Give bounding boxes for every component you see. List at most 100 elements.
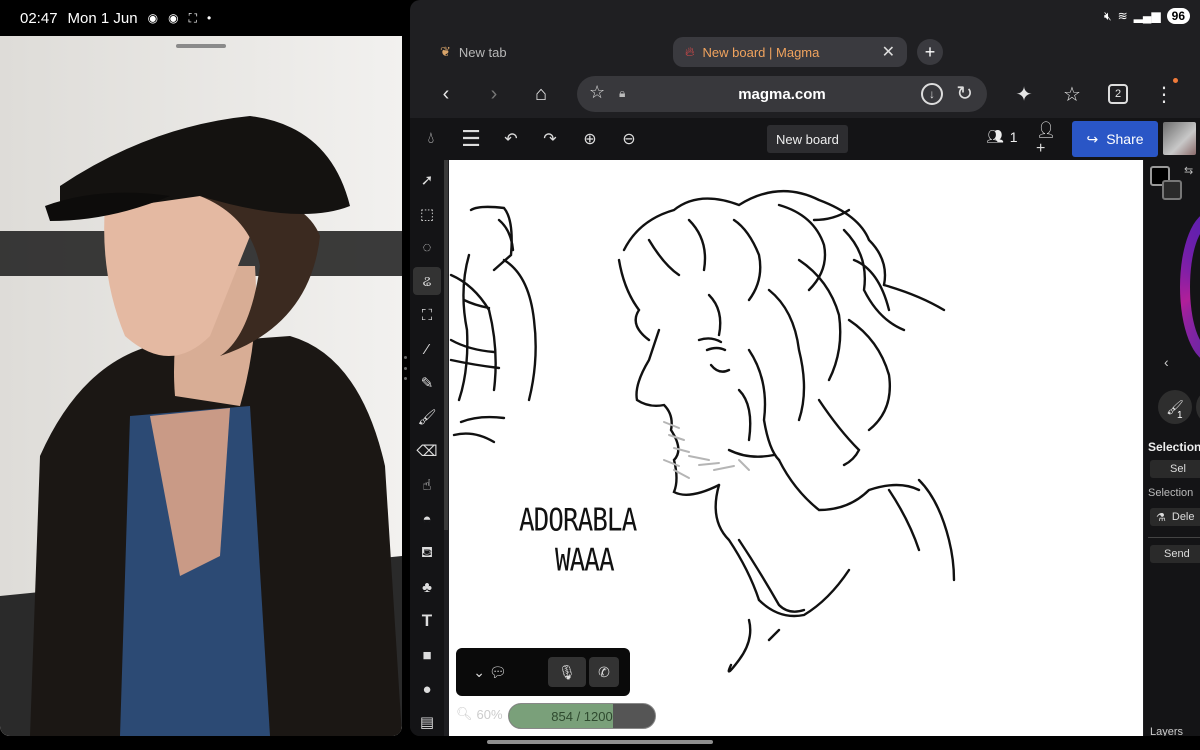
trash-icon: ⚗︎: [1156, 511, 1166, 524]
tab-strip: ❦ New tab 🔥︎ New board | Magma ✕ +: [410, 36, 1200, 68]
magnifier-icon: 🔍︎: [456, 706, 473, 721]
tool-palette-scrollbar[interactable]: [444, 160, 448, 530]
selection-subheading: Selection: [1148, 487, 1194, 499]
browser-pane: 🔇︎ ≋ ▂▄▆ 96 ❦ New tab 🔥︎ New board | Mag…: [410, 0, 1200, 736]
avatar[interactable]: [1163, 122, 1196, 155]
chat-toggle-button[interactable]: ⌄ 💬︎: [470, 657, 510, 687]
address-bar[interactable]: ☆ 🔒︎ magma.com ↓ ↻: [577, 76, 987, 112]
text-tool-icon[interactable]: T: [413, 607, 441, 635]
frames-tool-icon[interactable]: ▤: [413, 708, 441, 736]
new-tab-button[interactable]: +: [917, 39, 943, 65]
redo-icon[interactable]: ↷: [537, 126, 563, 152]
smudge-tool-icon[interactable]: ☝︎: [413, 471, 441, 499]
send-button[interactable]: Send: [1150, 545, 1200, 563]
tab-label: New tab: [458, 44, 507, 60]
clock-time: 02:47: [20, 9, 58, 27]
canvas-text-line-2[interactable]: WAAA: [555, 543, 615, 579]
tool-palette: ➚ ⬚ ◌ ଌ ⛶ ⁄ ✎ 🖌︎ ⌫ ☝︎ ◓ ⛾ ♣︎ T ■ ● ▤: [410, 160, 444, 736]
layers-heading[interactable]: Layers: [1150, 726, 1183, 736]
rect-select-tool-icon[interactable]: ⬚: [413, 200, 441, 228]
clock-date: Mon 1 Jun: [67, 9, 138, 27]
zoom-out-icon[interactable]: ⊖: [616, 126, 642, 152]
lasso-tool-icon[interactable]: ଌ: [413, 267, 441, 295]
magma-favicon-icon: 🔥︎: [685, 44, 695, 59]
users-online[interactable]: 👥︎ 1: [986, 128, 1018, 145]
transform-tool-icon[interactable]: ⛶: [413, 301, 441, 329]
close-icon[interactable]: ✕: [882, 42, 895, 62]
reload-icon[interactable]: ↻: [956, 81, 973, 106]
undo-icon[interactable]: ↶: [498, 126, 524, 152]
tab-label: New board | Magma: [702, 44, 820, 60]
mic-off-icon: 🎙︎: [558, 663, 576, 680]
download-icon[interactable]: ↓: [921, 83, 943, 105]
chevron-left-icon[interactable]: ‹: [1164, 354, 1169, 370]
home-indicator[interactable]: [487, 740, 713, 744]
leaf-icon: ❦: [440, 44, 451, 59]
canvas-text-line-1[interactable]: ADORABLA: [519, 503, 637, 539]
hamburger-menu-icon[interactable]: ☰: [458, 126, 484, 152]
call-button[interactable]: ✆: [589, 657, 619, 687]
window-handle[interactable]: [176, 44, 226, 48]
chevron-down-icon: ⌄: [473, 663, 486, 680]
brush-tool-icon[interactable]: 🖌︎: [413, 403, 441, 431]
tab-new-tab[interactable]: ❦ New tab: [428, 37, 519, 67]
eyedropper-tool-icon[interactable]: ⁄: [413, 335, 441, 363]
delete-label: Dele: [1171, 511, 1195, 523]
sparkle-button[interactable]: ✦: [1010, 80, 1038, 108]
properties-panel: ⇆ ‹ 🖌︎ 1 Selection Sel Selection ⚗︎ Dele…: [1144, 160, 1200, 736]
ellipse-select-tool-icon[interactable]: ◌: [413, 233, 441, 261]
discord-icon: ◉: [147, 11, 159, 25]
share-button[interactable]: ↪ Share: [1072, 121, 1158, 157]
board-name[interactable]: New board: [767, 125, 848, 153]
counter-text: 854 / 1200: [551, 709, 613, 724]
brush-preset-button[interactable]: 🖌︎: [1158, 390, 1192, 424]
tab-count: 2: [1108, 84, 1128, 104]
swap-colors-icon[interactable]: ⇆: [1184, 164, 1193, 177]
status-bar-right: 🔇︎ ≋ ▂▄▆ 96: [1104, 8, 1190, 24]
battery-badge: 96: [1166, 8, 1190, 24]
more-dot-icon: •: [206, 11, 212, 25]
voice-chat-bar: ⌄ 💬︎ 🎙︎ ✆: [456, 648, 630, 696]
forward-button[interactable]: ›: [480, 80, 508, 108]
share-label: Share: [1106, 131, 1144, 147]
zoom-indicator[interactable]: 🔍︎ 60%: [456, 706, 503, 722]
fill-tool-icon[interactable]: ⛾: [413, 539, 441, 567]
delete-button[interactable]: ⚗︎ Dele: [1150, 508, 1200, 526]
background-color-swatch[interactable]: [1162, 180, 1182, 200]
zoom-in-icon[interactable]: ⊕: [577, 126, 603, 152]
zoom-level: 60%: [476, 706, 503, 722]
reference-photo: [0, 36, 402, 736]
ellipse-tool-icon[interactable]: ●: [413, 675, 441, 703]
signal-icon: ▂▄▆: [1133, 9, 1161, 23]
chat-icon: 💬︎: [488, 663, 507, 680]
status-bar-left: 02:47 Mon 1 Jun ◉ ◉ ⛶ •: [0, 0, 402, 36]
mic-off-button[interactable]: 🎙︎: [548, 657, 586, 687]
browser-menu-button[interactable]: ⋮: [1150, 80, 1178, 108]
home-button[interactable]: ⌂: [527, 80, 555, 108]
move-tool-icon[interactable]: ➚: [413, 166, 441, 194]
selection-heading: Selection: [1148, 440, 1200, 454]
bookmarks-button[interactable]: ☆: [1058, 80, 1086, 108]
back-button[interactable]: ‹: [432, 80, 460, 108]
magma-logo-icon[interactable]: 💧︎: [418, 126, 444, 152]
discord-icon: ◉: [168, 11, 179, 25]
tab-magma[interactable]: 🔥︎ New board | Magma ✕: [673, 37, 907, 67]
photo-viewer-pane: [0, 0, 402, 736]
wifi-icon: ≋: [1117, 9, 1128, 23]
notification-dot: [1173, 78, 1178, 83]
eraser-tool-icon[interactable]: ⌫: [413, 437, 441, 465]
magma-app-bar: 💧︎ ☰ ↶ ↷ ⊕ ⊖ New board 👥︎ 1 👤︎+ ↪ Share: [410, 118, 1200, 160]
mute-icon: 🔇︎: [1104, 8, 1112, 23]
users-icon: 👥︎: [986, 128, 1004, 144]
split-divider[interactable]: [403, 356, 407, 380]
select-button[interactable]: Sel: [1150, 460, 1200, 478]
brush-preset-button-2[interactable]: [1196, 390, 1200, 424]
blur-tool-icon[interactable]: ◓: [413, 505, 441, 533]
shape-brush-tool-icon[interactable]: ♣︎: [413, 573, 441, 601]
tab-switcher-button[interactable]: 2: [1104, 80, 1132, 108]
add-user-icon[interactable]: 👤︎+: [1036, 122, 1062, 157]
pencil-tool-icon[interactable]: ✎: [413, 369, 441, 397]
object-counter: 854 / 1200: [508, 703, 656, 729]
phone-icon: ✆: [598, 663, 610, 680]
rectangle-tool-icon[interactable]: ■: [413, 641, 441, 669]
